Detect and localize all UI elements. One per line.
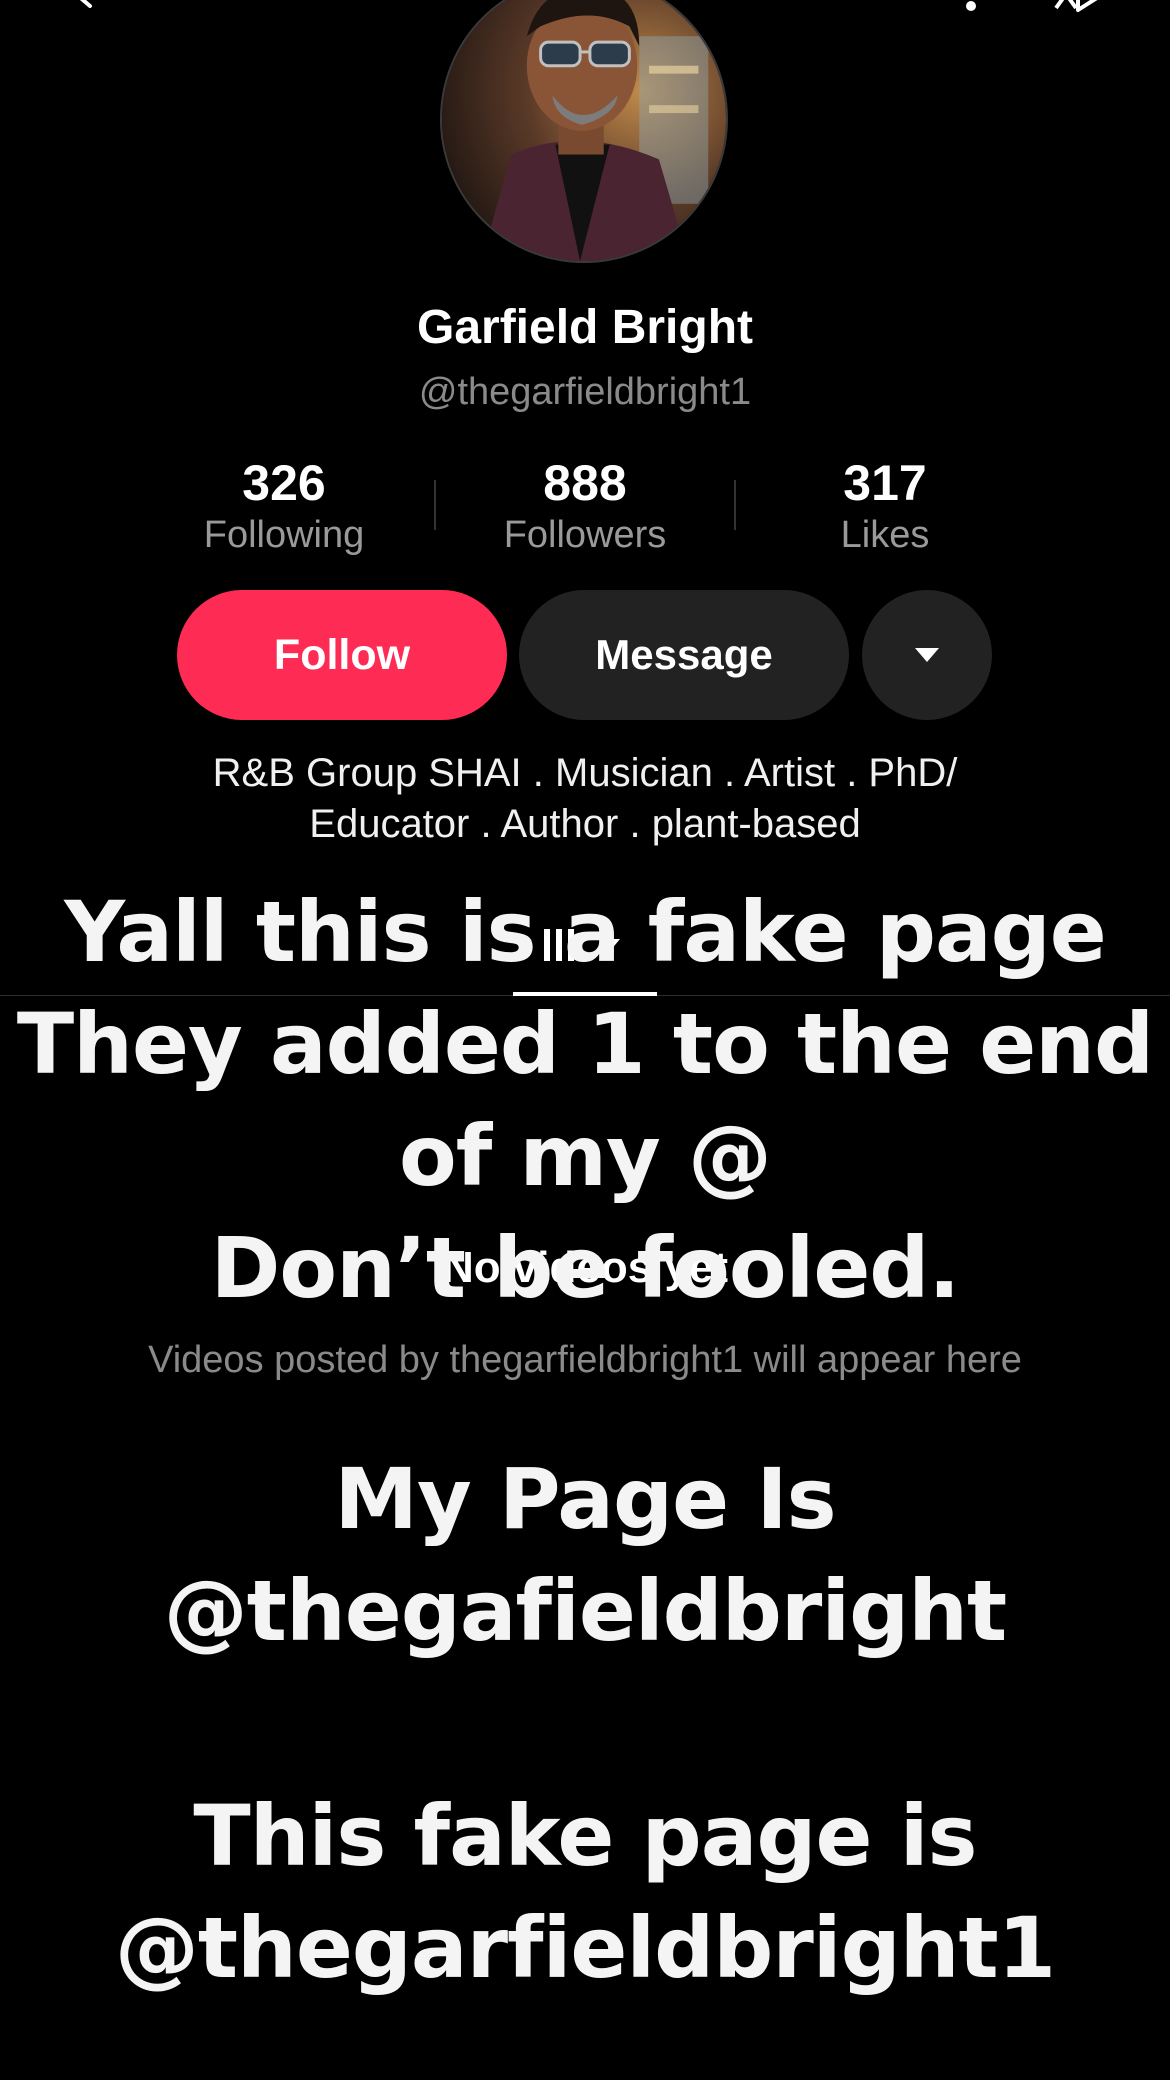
more-options-button[interactable]	[862, 590, 992, 720]
bio-line: Educator . Author . plant-based	[309, 802, 861, 846]
overlay-line: They added 1 to the end	[16, 995, 1154, 1093]
message-button[interactable]: Message	[519, 590, 849, 720]
likes-count: 317	[843, 455, 927, 511]
overlay-line: @thegarfieldbright1	[114, 1899, 1056, 1997]
display-name: Garfield Bright	[416, 301, 754, 354]
overlay-line: My Page Is	[334, 1450, 836, 1548]
bio-line: R&B Group SHAI . Musician . Artist . PhD…	[212, 751, 958, 795]
followers-label: Followers	[503, 514, 667, 556]
overlay-caption: Yall this is a fake page They added 1 to…	[0, 876, 1170, 1324]
avatar[interactable]	[440, 0, 728, 263]
following-count: 326	[242, 455, 326, 511]
overlay-line: This fake page is	[193, 1787, 977, 1885]
overlay-line: of my @	[398, 1107, 772, 1205]
bio: R&B Group SHAI . Musician . Artist . PhD…	[0, 748, 1170, 850]
back-icon[interactable]	[68, 0, 96, 8]
overlay-line: Don’t be fooled.	[210, 1219, 961, 1317]
stat-likes[interactable]: 317 Likes	[735, 455, 1035, 557]
chevron-down-icon	[915, 648, 939, 662]
overlay-line: @thegafieldbright	[163, 1562, 1007, 1660]
empty-state-subtitle: Videos posted by thegarfieldbright1 will…	[148, 1339, 1022, 1381]
following-label: Following	[203, 514, 365, 556]
stat-following[interactable]: 326 Following	[134, 455, 434, 557]
username-handle: @thegarfieldbright1	[418, 371, 752, 413]
follow-button[interactable]: Follow	[177, 590, 507, 720]
bell-icon[interactable]	[955, 0, 995, 12]
overlay-line: Yall this is a fake page	[64, 883, 1107, 981]
overlay-caption: This fake page is @thegarfieldbright1	[0, 1780, 1170, 2004]
followers-count: 888	[543, 455, 627, 511]
share-icon[interactable]	[1052, 0, 1102, 14]
likes-label: Likes	[840, 514, 930, 556]
stat-followers[interactable]: 888 Followers	[435, 455, 735, 557]
overlay-caption: My Page Is @thegafieldbright	[0, 1443, 1170, 1667]
